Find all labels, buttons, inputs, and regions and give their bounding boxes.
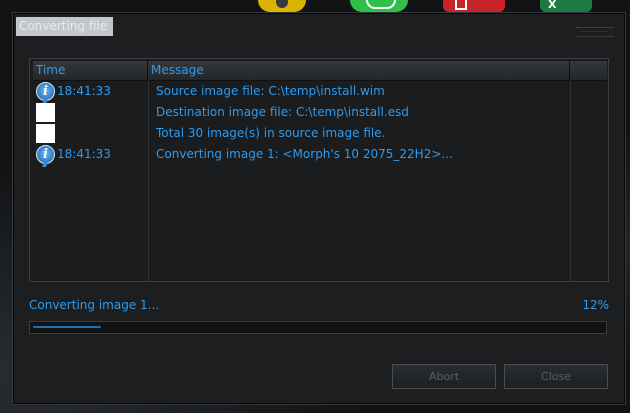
close-button[interactable]: Close: [504, 364, 608, 389]
title-bar[interactable]: Converting file: [13, 13, 625, 41]
log-table: Time Message 18:41:33 Source image file:…: [29, 58, 609, 282]
log-message: Destination image file: C:\temp\install.…: [156, 105, 409, 119]
column-header-time[interactable]: Time: [33, 61, 148, 80]
progress-fill: [33, 326, 101, 328]
info-icon: [36, 82, 55, 101]
blank-icon: [36, 103, 55, 122]
log-time: 18:41:33: [57, 147, 111, 161]
progress-bar: [29, 321, 607, 334]
progress-percent: 12%: [582, 298, 609, 312]
app-icon-yellow[interactable]: [258, 0, 306, 12]
blank-icon: [36, 124, 55, 143]
converting-dialog: Converting file Time Message 18:41:33 So…: [12, 12, 626, 405]
log-time: 18:41:33: [57, 84, 111, 98]
log-message: Total 30 image(s) in source image file.: [156, 126, 386, 140]
abort-button[interactable]: Abort: [392, 364, 496, 389]
log-header: Time Message: [33, 61, 607, 81]
app-icon-red[interactable]: [443, 0, 505, 12]
log-row[interactable]: 18:41:33 Source image file: C:\temp\inst…: [33, 81, 607, 102]
status-text: Converting image 1...: [29, 298, 160, 312]
log-message: Converting image 1: <Morph's 10 2075_22H…: [156, 147, 453, 161]
column-header-message[interactable]: Message: [148, 61, 570, 80]
log-row[interactable]: Destination image file: C:\temp\install.…: [33, 102, 607, 123]
column-header-extra[interactable]: [570, 61, 607, 80]
info-icon: [36, 145, 55, 164]
close-window-button[interactable]: [576, 27, 614, 37]
whatsapp-icon[interactable]: [350, 0, 408, 12]
log-row[interactable]: Total 30 image(s) in source image file.: [33, 123, 607, 144]
excel-icon[interactable]: [540, 0, 592, 12]
log-row[interactable]: 18:41:33 Converting image 1: <Morph's 10…: [33, 144, 607, 165]
window-title: Converting file: [16, 17, 114, 36]
log-message: Source image file: C:\temp\install.wim: [156, 84, 385, 98]
